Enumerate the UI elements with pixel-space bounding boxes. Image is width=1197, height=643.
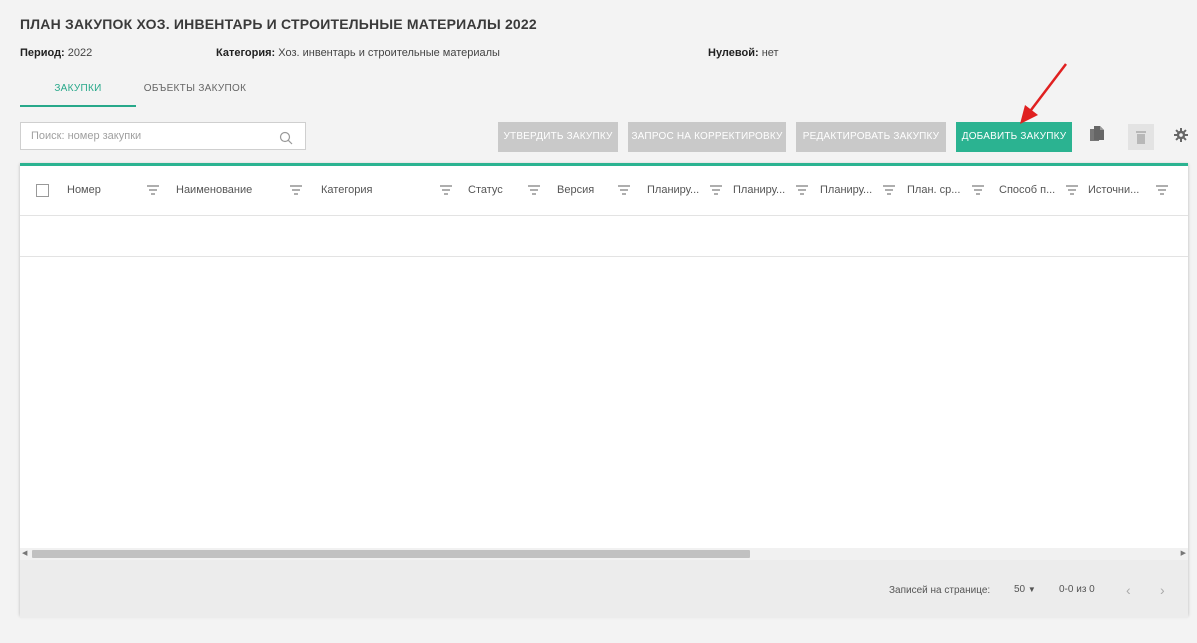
per-page-label: Записей на странице:: [889, 585, 991, 596]
search-input[interactable]: [31, 130, 271, 142]
column-name[interactable]: Наименование: [176, 184, 252, 196]
column-plan-deadline[interactable]: План. ср...: [907, 184, 960, 196]
period-info: Период: 2022: [20, 47, 92, 59]
per-page-select[interactable]: 50 ▼: [1014, 584, 1036, 595]
filter-icon[interactable]: [710, 185, 722, 195]
table-header: Номер Наименование Категория Статус Верс…: [20, 166, 1188, 216]
select-all-checkbox[interactable]: [36, 184, 49, 197]
column-planned-2[interactable]: Планиру...: [733, 184, 785, 196]
gear-icon[interactable]: [1174, 128, 1188, 147]
column-procurement-method[interactable]: Способ п...: [999, 184, 1055, 196]
column-planned-1[interactable]: Планиру...: [647, 184, 699, 196]
column-source[interactable]: Источни...: [1088, 184, 1139, 196]
category-value: Хоз. инвентарь и строительные материалы: [278, 47, 500, 59]
column-number[interactable]: Номер: [67, 184, 101, 196]
filter-icon[interactable]: [883, 185, 895, 195]
search-icon[interactable]: [279, 129, 293, 155]
edit-purchase-button[interactable]: РЕДАКТИРОВАТЬ ЗАКУПКУ: [796, 122, 946, 152]
tab-purchases[interactable]: ЗАКУПКИ: [20, 80, 136, 107]
per-page-value: 50: [1014, 584, 1026, 595]
search-box[interactable]: [20, 122, 306, 150]
period-value: 2022: [67, 47, 93, 59]
prev-page-icon[interactable]: ‹: [1126, 582, 1131, 598]
zero-value: нет: [761, 47, 779, 59]
horizontal-scrollbar[interactable]: ◀ ▶: [20, 548, 1188, 560]
purchases-grid: Номер Наименование Категория Статус Верс…: [20, 163, 1188, 618]
scroll-left-icon[interactable]: ◀: [22, 549, 27, 557]
category-label: Категория:: [216, 47, 276, 59]
filter-icon[interactable]: [972, 185, 984, 195]
filter-icon[interactable]: [290, 185, 302, 195]
column-status[interactable]: Статус: [468, 184, 503, 196]
delete-button[interactable]: [1128, 124, 1154, 155]
pagination-footer: Записей на странице: 50 ▼ 0-0 из 0 ‹ ›: [20, 560, 1188, 618]
filter-icon[interactable]: [796, 185, 808, 195]
request-correction-button[interactable]: ЗАПРОС НА КОРРЕКТИРОВКУ: [628, 122, 786, 152]
next-page-icon[interactable]: ›: [1160, 582, 1165, 598]
scroll-right-icon[interactable]: ▶: [1181, 549, 1186, 557]
filter-icon[interactable]: [1156, 185, 1168, 195]
zero-info: Нулевой: нет: [708, 47, 779, 59]
column-planned-3[interactable]: Планиру...: [820, 184, 872, 196]
filter-icon[interactable]: [618, 185, 630, 195]
filter-icon[interactable]: [440, 185, 452, 195]
approve-purchase-button[interactable]: УТВЕРДИТЬ ЗАКУПКУ: [498, 122, 618, 152]
period-label: Период:: [20, 47, 65, 59]
column-category[interactable]: Категория: [321, 184, 372, 196]
category-info: Категория: Хоз. инвентарь и строительные…: [216, 47, 500, 59]
annotation-arrow: [1020, 63, 1067, 124]
chevron-down-icon: ▼: [1027, 585, 1036, 594]
filter-icon[interactable]: [528, 185, 540, 195]
column-version[interactable]: Версия: [557, 184, 594, 196]
tab-purchase-objects[interactable]: ОБЪЕКТЫ ЗАКУПОК: [136, 80, 254, 107]
table-row: [20, 217, 1188, 257]
filter-icon[interactable]: [1066, 185, 1078, 195]
scrollbar-thumb[interactable]: [32, 550, 750, 558]
page-range: 0-0 из 0: [1059, 584, 1095, 595]
copy-icon[interactable]: [1089, 126, 1105, 149]
filter-icon[interactable]: [147, 185, 159, 195]
zero-label: Нулевой:: [708, 47, 759, 59]
page-title: ПЛАН ЗАКУПОК ХОЗ. ИНВЕНТАРЬ И СТРОИТЕЛЬН…: [20, 16, 537, 32]
